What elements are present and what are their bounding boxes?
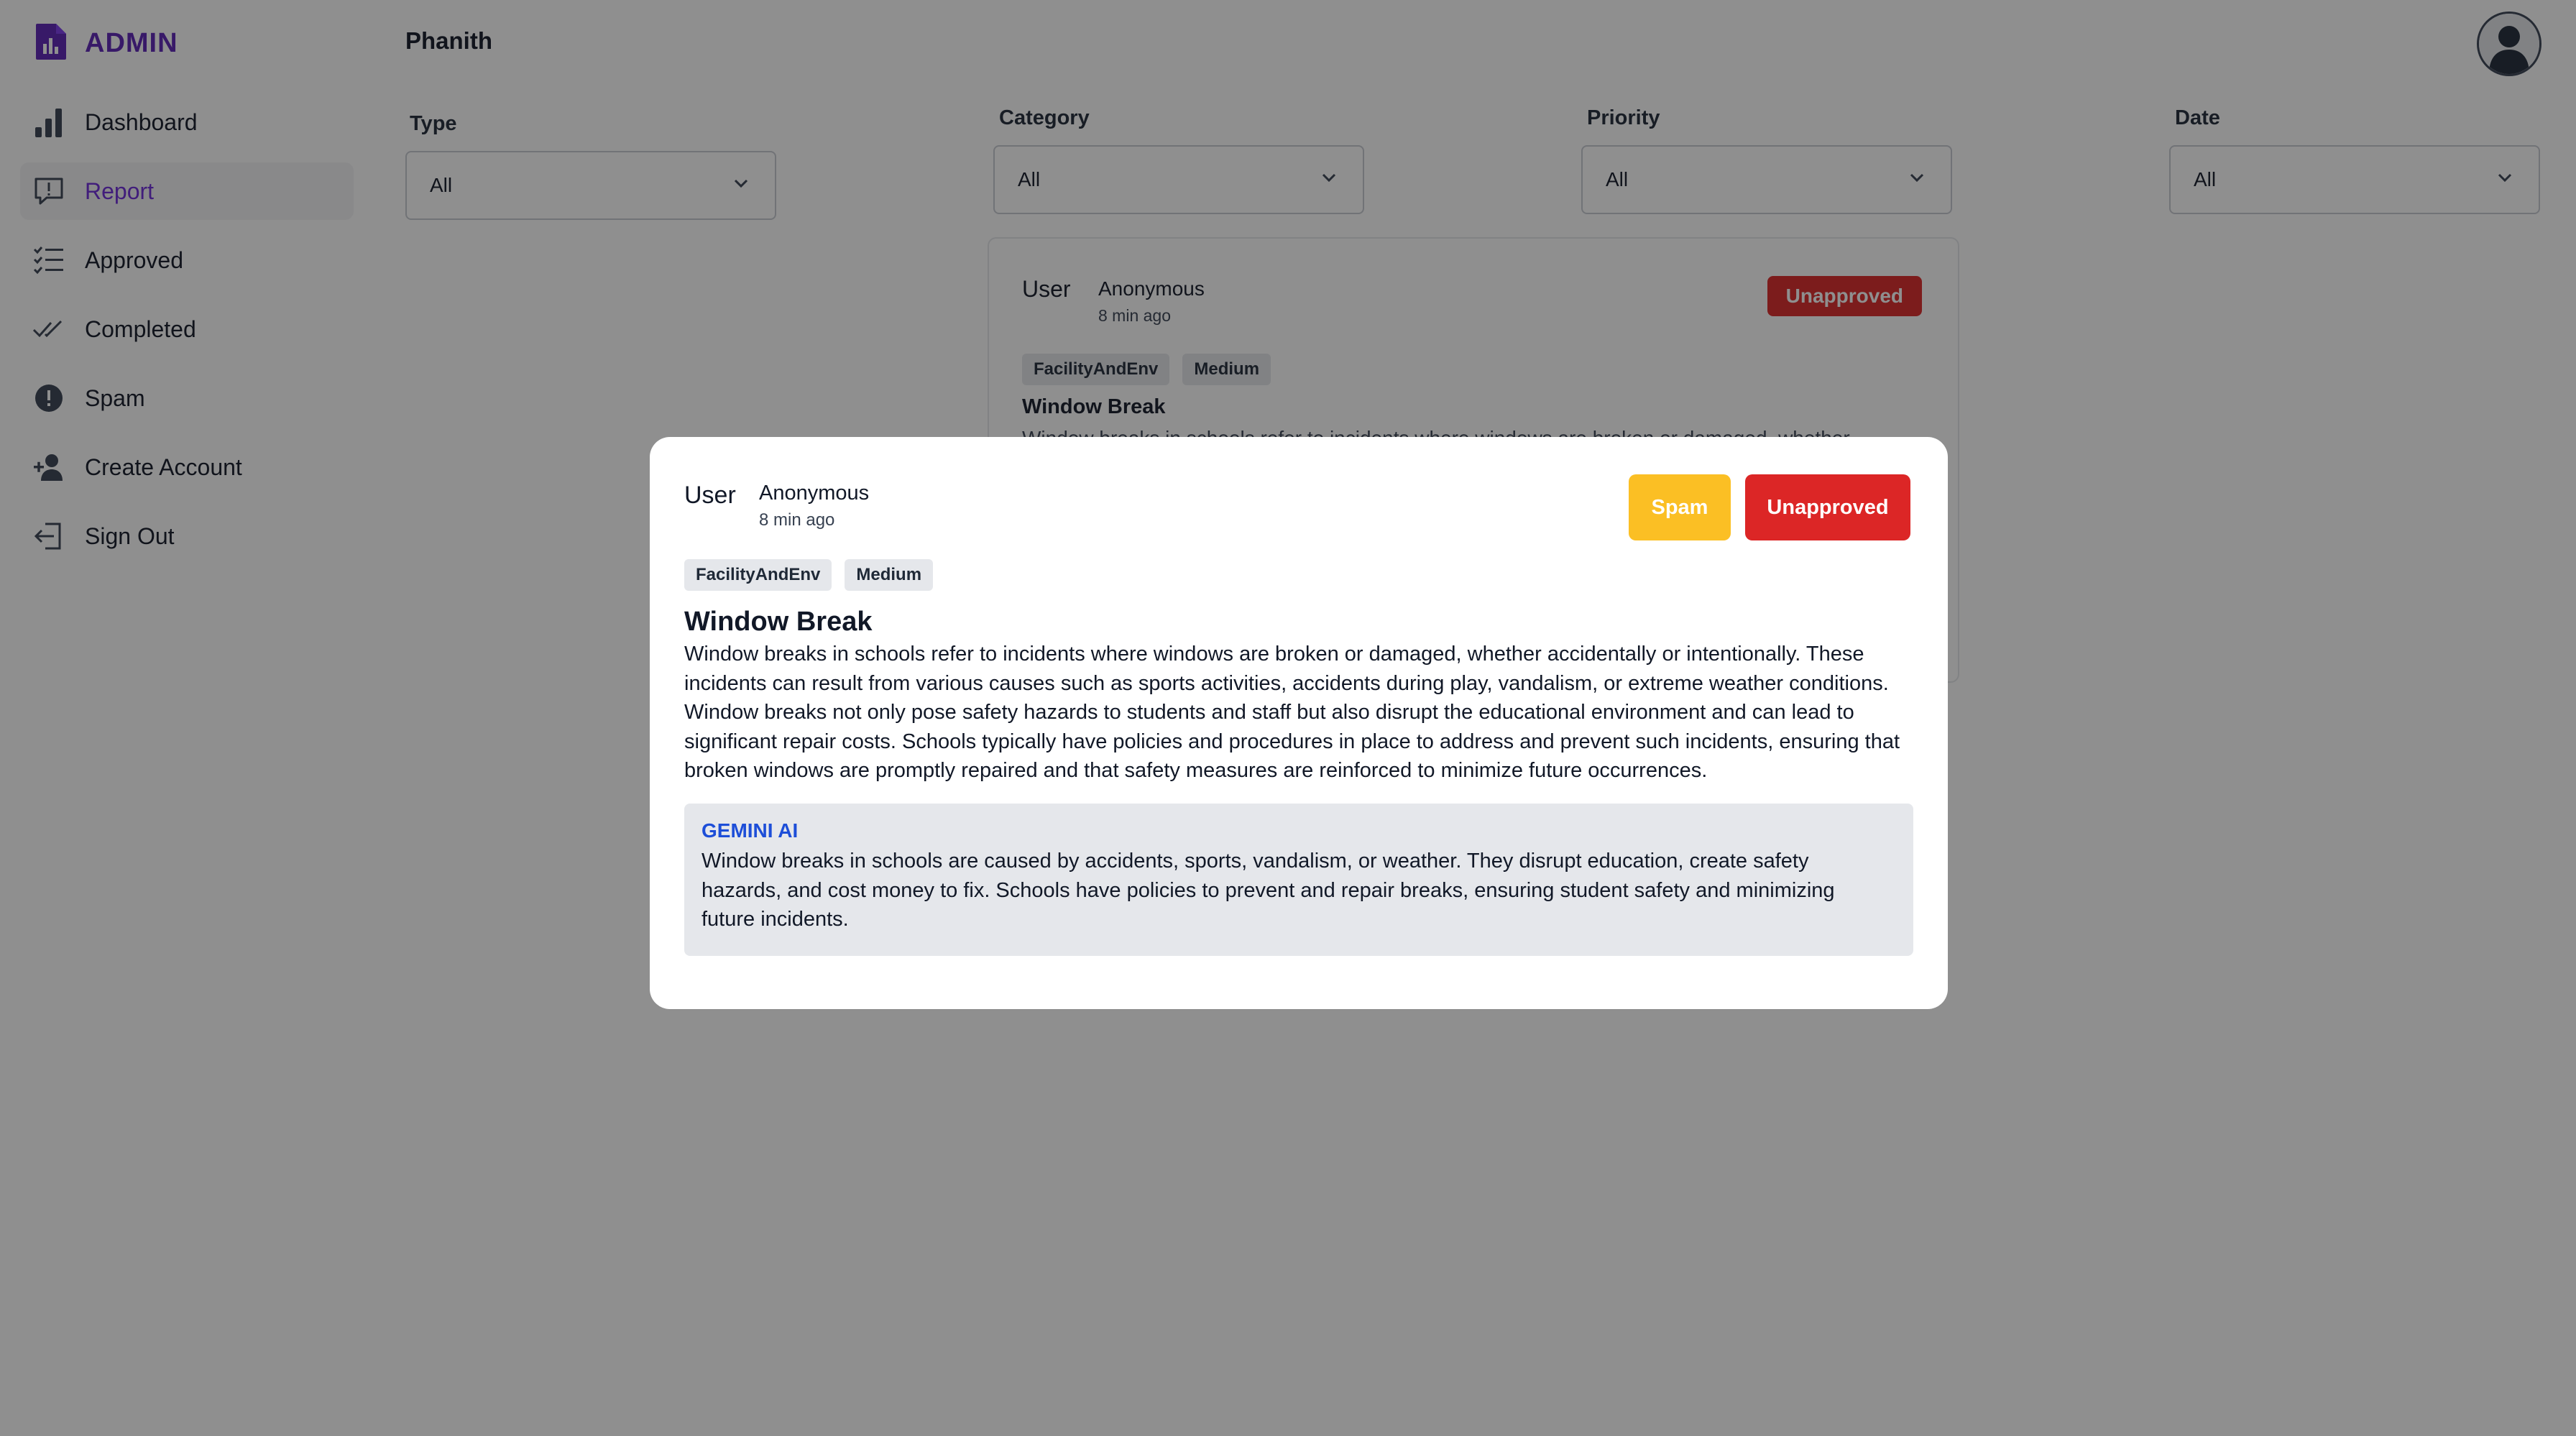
report-title: Window Break: [684, 607, 873, 637]
report-author: Anonymous: [759, 482, 870, 505]
unapproved-button[interactable]: Unapproved: [1745, 474, 1910, 540]
ai-summary-box: GEMINI AI Window breaks in schools are c…: [684, 804, 1913, 956]
report-description: Window breaks in schools refer to incide…: [684, 643, 1900, 782]
report-detail-modal: User Anonymous 8 min ago Spam Unapproved…: [650, 437, 1948, 1009]
tag-list: FacilityAndEnv Medium: [684, 559, 934, 591]
category-tag: FacilityAndEnv: [684, 559, 832, 591]
report-time: 8 min ago: [759, 510, 835, 530]
ai-summary-text: Window breaks in schools are caused by a…: [702, 850, 1835, 931]
spam-button[interactable]: Spam: [1629, 474, 1731, 540]
user-image: User: [684, 482, 736, 509]
priority-tag: Medium: [845, 559, 934, 591]
ai-summary-label: GEMINI AI: [702, 819, 799, 842]
